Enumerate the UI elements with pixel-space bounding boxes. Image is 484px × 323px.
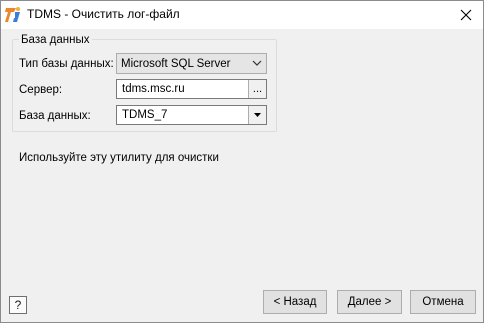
close-icon — [460, 9, 472, 21]
browse-label: ... — [252, 83, 263, 95]
window-title: TDMS - Очистить лог-файл — [27, 7, 180, 21]
back-button[interactable]: < Назад — [263, 290, 327, 314]
cancel-button[interactable]: Отмена — [410, 290, 476, 314]
info-text: Используйте эту утилиту для очистки — [19, 152, 219, 164]
server-input[interactable]: tdms.msc.ru ... — [116, 79, 267, 99]
database-label: База данных: — [19, 110, 91, 122]
chevron-down-icon — [252, 60, 262, 66]
help-icon: ? — [14, 298, 22, 312]
db-type-label: Тип базы данных: — [19, 58, 114, 70]
next-button[interactable]: Далее > — [337, 290, 402, 314]
title-bar: TDMS - Очистить лог-файл — [1, 1, 483, 29]
triangle-down-icon — [254, 113, 261, 117]
db-type-value: Microsoft SQL Server — [121, 57, 231, 70]
db-type-select[interactable]: Microsoft SQL Server — [116, 53, 267, 74]
back-button-label: < Назад — [273, 296, 317, 308]
cancel-button-label: Отмена — [422, 296, 464, 308]
database-dropdown-button[interactable] — [248, 106, 266, 124]
groupbox-legend: База данных — [19, 34, 92, 46]
next-button-label: Далее > — [347, 296, 392, 308]
dialog-window: TDMS - Очистить лог-файл База данных Тип… — [0, 0, 484, 323]
browse-server-button[interactable]: ... — [248, 80, 266, 98]
close-button[interactable] — [449, 1, 483, 29]
database-value: TDMS_7 — [122, 109, 168, 121]
tdms-logo-icon — [5, 6, 21, 24]
help-button[interactable]: ? — [9, 296, 27, 314]
server-value: tdms.msc.ru — [122, 83, 185, 95]
server-label: Сервер: — [19, 84, 63, 96]
database-select[interactable]: TDMS_7 — [116, 105, 267, 125]
